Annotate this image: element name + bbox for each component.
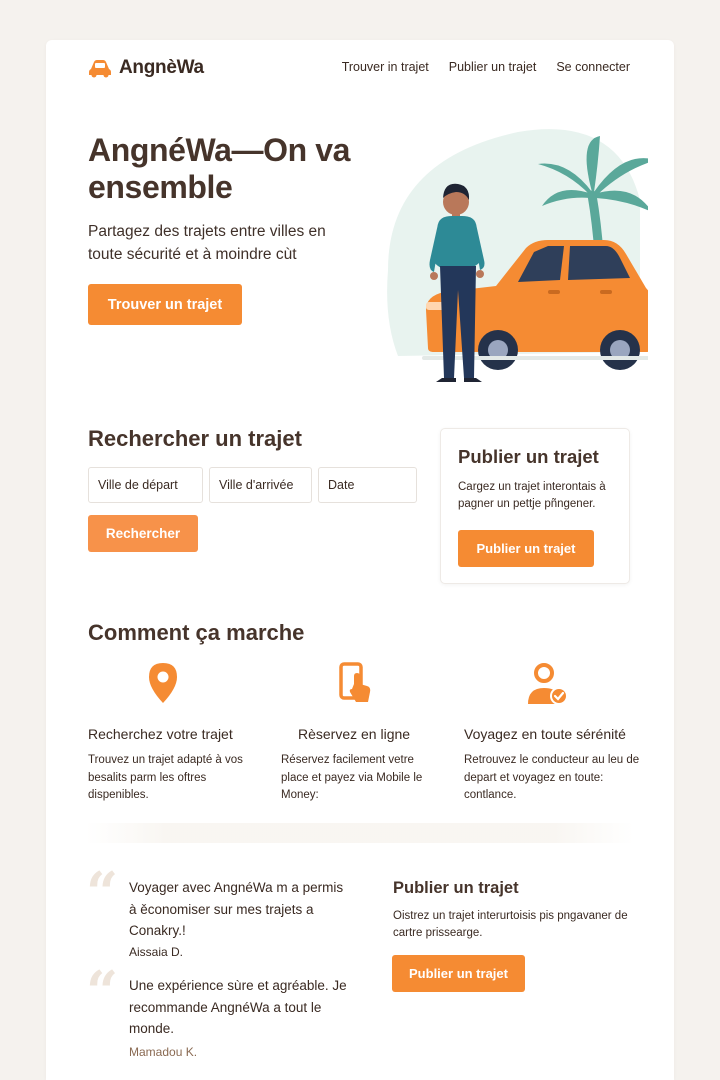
search-button[interactable]: Rechercher <box>88 515 198 552</box>
nav-find-trip[interactable]: Trouver in trajet <box>342 60 429 74</box>
car-logo-icon <box>89 60 111 78</box>
publish-card-text: Cargez un trajet interontais à pagner un… <box>458 481 606 510</box>
step-book-text: Réservez facilement vetre place et payez… <box>281 754 423 801</box>
how-it-works-title: Comment ça marche <box>88 620 305 645</box>
publish-bottom-text: Oistrez un trajet interurtoisis pis pnga… <box>393 910 628 939</box>
page-container: AngnèWa Trouver in trajet Publier un tra… <box>46 40 674 1080</box>
brand-name: AngnèWa <box>119 57 204 78</box>
location-pin-icon <box>149 663 177 703</box>
section-divider <box>86 823 634 843</box>
step-search-text: Trouvez un trajet adapté à vos besalits … <box>88 754 243 801</box>
quote-mark-icon: “ <box>86 860 119 926</box>
logo[interactable]: AngnèWa <box>88 57 204 79</box>
nav-publish-trip[interactable]: Publier un trajet <box>449 60 537 74</box>
hero-title: AngnéWa—On va ensemble <box>88 132 351 205</box>
arrival-city-input[interactable]: Ville d'arrivée <box>209 467 312 503</box>
step-book: Rèservez en ligne Réservez facilement ve… <box>281 662 441 805</box>
user-check-icon <box>527 663 568 705</box>
departure-city-input[interactable]: Ville de départ <box>88 467 203 503</box>
hero-find-trip-button[interactable]: Trouver un trajet <box>88 284 242 325</box>
main-nav: Trouver in trajet Publier un trajet Se c… <box>342 60 630 74</box>
date-input[interactable]: Date <box>318 467 417 503</box>
phone-tap-icon <box>339 662 371 702</box>
step-search-title: Recherchez votre trajet <box>88 726 233 742</box>
testimonial-quote: Une expérience sùre et agréable. Je reco… <box>129 978 347 1036</box>
nav-login[interactable]: Se connecter <box>556 60 630 74</box>
publish-card-title: Publier un trajet <box>458 446 599 467</box>
testimonial-author: Mamadou K. <box>129 1045 198 1059</box>
search-title: Rechercher un trajet <box>88 426 302 451</box>
publish-card-button[interactable]: Publier un trajet <box>458 530 594 567</box>
step-travel-title: Voyagez en toute sérénité <box>464 726 626 742</box>
publish-bottom-button[interactable]: Publier un trajet <box>392 955 525 992</box>
testimonial-quote: Voyager avec AngnéWa m a permis à ěconom… <box>129 880 344 938</box>
quote-mark-icon: “ <box>86 959 119 1025</box>
step-book-title: Rèservez en ligne <box>298 726 411 742</box>
hero-subtitle: Partagez des trajets entre villes en tou… <box>88 223 326 263</box>
publish-bottom-title: Publier un trajet <box>393 879 519 897</box>
testimonial-author: Aissaia D. <box>129 945 184 959</box>
step-travel-text: Retrouvez le conducteur au leu de depart… <box>464 754 640 801</box>
step-search: Recherchez votre trajet Trouvez un traje… <box>88 662 258 805</box>
publish-trip-card: Publier un trajet Cargez un trajet inter… <box>440 428 630 584</box>
step-travel: Voyagez en toute sérénité Retrouvez le c… <box>464 662 644 805</box>
hero-illustration <box>387 129 648 382</box>
